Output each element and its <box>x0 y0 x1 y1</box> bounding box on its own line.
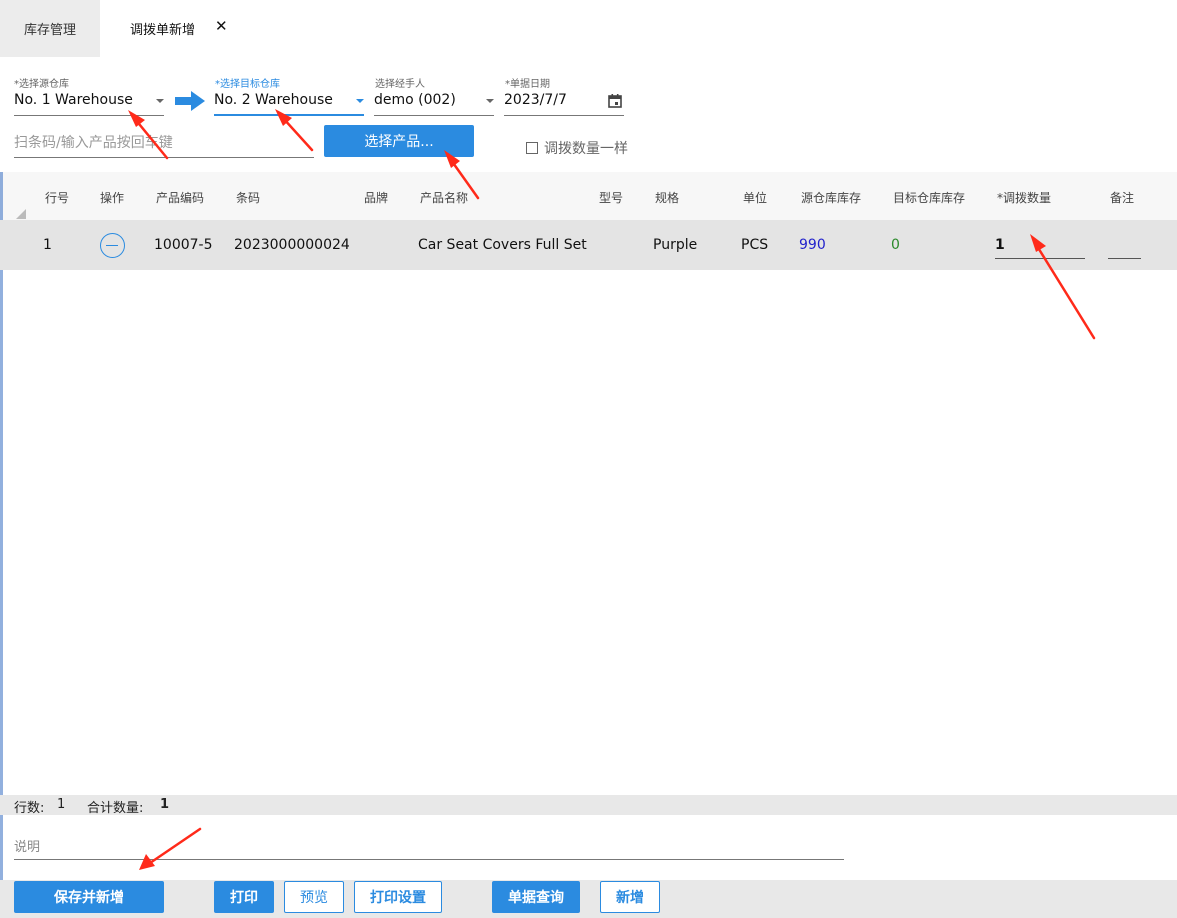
remove-row-icon[interactable] <box>100 233 125 258</box>
document-date-label: *单据日期 <box>505 79 550 90</box>
print-button[interactable]: 打印 <box>214 881 274 913</box>
document-query-button[interactable]: 单据查询 <box>492 881 580 913</box>
col-action: 操作 <box>100 191 125 205</box>
row-count-label: 行数: <box>14 801 45 816</box>
col-source-stock: 源仓库库存 <box>801 191 862 205</box>
col-spec: 规格 <box>655 191 680 205</box>
cell-unit: PCS <box>741 237 769 253</box>
add-new-button[interactable]: 新增 <box>600 881 660 913</box>
source-warehouse-label: *选择源仓库 <box>14 79 69 90</box>
col-product-code: 产品编码 <box>156 191 205 205</box>
col-model: 型号 <box>599 191 624 205</box>
tab-bar: 库存管理 调拨单新增 ✕ <box>0 0 1177 57</box>
document-date-value: 2023/7/7 <box>504 92 567 108</box>
barcode-scan-input[interactable] <box>14 132 314 158</box>
same-quantity-toggle[interactable]: 调拨数量一样 <box>526 138 628 158</box>
col-line-number: 行号 <box>45 191 70 205</box>
cell-line-number: 1 <box>43 237 52 253</box>
col-target-stock: 目标仓库库存 <box>893 191 966 205</box>
summary-bar: 行数: 1 合计数量: 1 <box>0 795 1177 816</box>
table-row[interactable]: 1 10007-5 2023000000024 Car Seat Covers … <box>0 220 1177 270</box>
cell-transfer-quantity[interactable]: 1 <box>995 237 1005 253</box>
target-warehouse-label: *选择目标仓库 <box>215 79 280 90</box>
cell-source-stock: 990 <box>799 237 826 253</box>
note-input-underline <box>1108 258 1141 259</box>
cell-target-stock: 0 <box>891 237 900 253</box>
source-warehouse-value: No. 1 Warehouse <box>14 92 133 108</box>
document-date-underline <box>504 115 624 116</box>
description-input[interactable] <box>14 836 844 860</box>
same-quantity-label: 调拨数量一样 <box>544 141 628 157</box>
tab-transfer-new[interactable]: 调拨单新增 <box>130 0 195 57</box>
col-note: 备注 <box>1110 191 1135 205</box>
target-warehouse-underline <box>214 114 364 116</box>
table-header: 行号 操作 产品编码 条码 品牌 产品名称 型号 规格 单位 源仓库库存 目标仓… <box>0 172 1177 220</box>
row-count-value: 1 <box>57 797 66 812</box>
handler-underline <box>374 115 494 116</box>
cell-product-name: Car Seat Covers Full Set <box>418 237 587 253</box>
same-quantity-checkbox[interactable] <box>526 142 538 154</box>
bottom-toolbar <box>0 880 1177 918</box>
quantity-input-underline <box>995 258 1085 259</box>
cell-product-code: 10007-5 <box>154 237 213 253</box>
cell-barcode: 2023000000024 <box>234 237 350 253</box>
col-barcode: 条码 <box>236 191 261 205</box>
chevron-down-icon[interactable] <box>486 99 494 103</box>
print-settings-button[interactable]: 打印设置 <box>354 881 442 913</box>
tab-inventory-management[interactable]: 库存管理 <box>0 0 100 57</box>
source-warehouse-underline <box>14 115 164 116</box>
preview-button[interactable]: 预览 <box>284 881 344 913</box>
total-quantity-value: 1 <box>160 797 170 812</box>
app-window: { "tabs": { "inventory": "库存管理", "active… <box>0 0 1177 918</box>
calendar-icon[interactable] <box>608 94 622 108</box>
handler-value: demo (002) <box>374 92 456 108</box>
close-icon[interactable]: ✕ <box>215 17 228 35</box>
table-corner-marker <box>16 209 26 219</box>
select-product-button[interactable]: 选择产品... <box>324 125 474 157</box>
target-warehouse-value: No. 2 Warehouse <box>214 92 333 108</box>
col-unit: 单位 <box>743 191 768 205</box>
arrow-right-icon <box>175 91 205 111</box>
cell-spec: Purple <box>653 237 698 253</box>
chevron-down-icon[interactable] <box>156 99 164 103</box>
handler-label: 选择经手人 <box>375 79 425 90</box>
total-quantity-label: 合计数量: <box>87 801 144 816</box>
col-brand: 品牌 <box>364 191 389 205</box>
col-transfer-quantity: *调拨数量 <box>997 191 1052 205</box>
col-product-name: 产品名称 <box>420 191 469 205</box>
save-and-new-button[interactable]: 保存并新增 <box>14 881 164 913</box>
chevron-down-icon[interactable] <box>356 99 364 103</box>
